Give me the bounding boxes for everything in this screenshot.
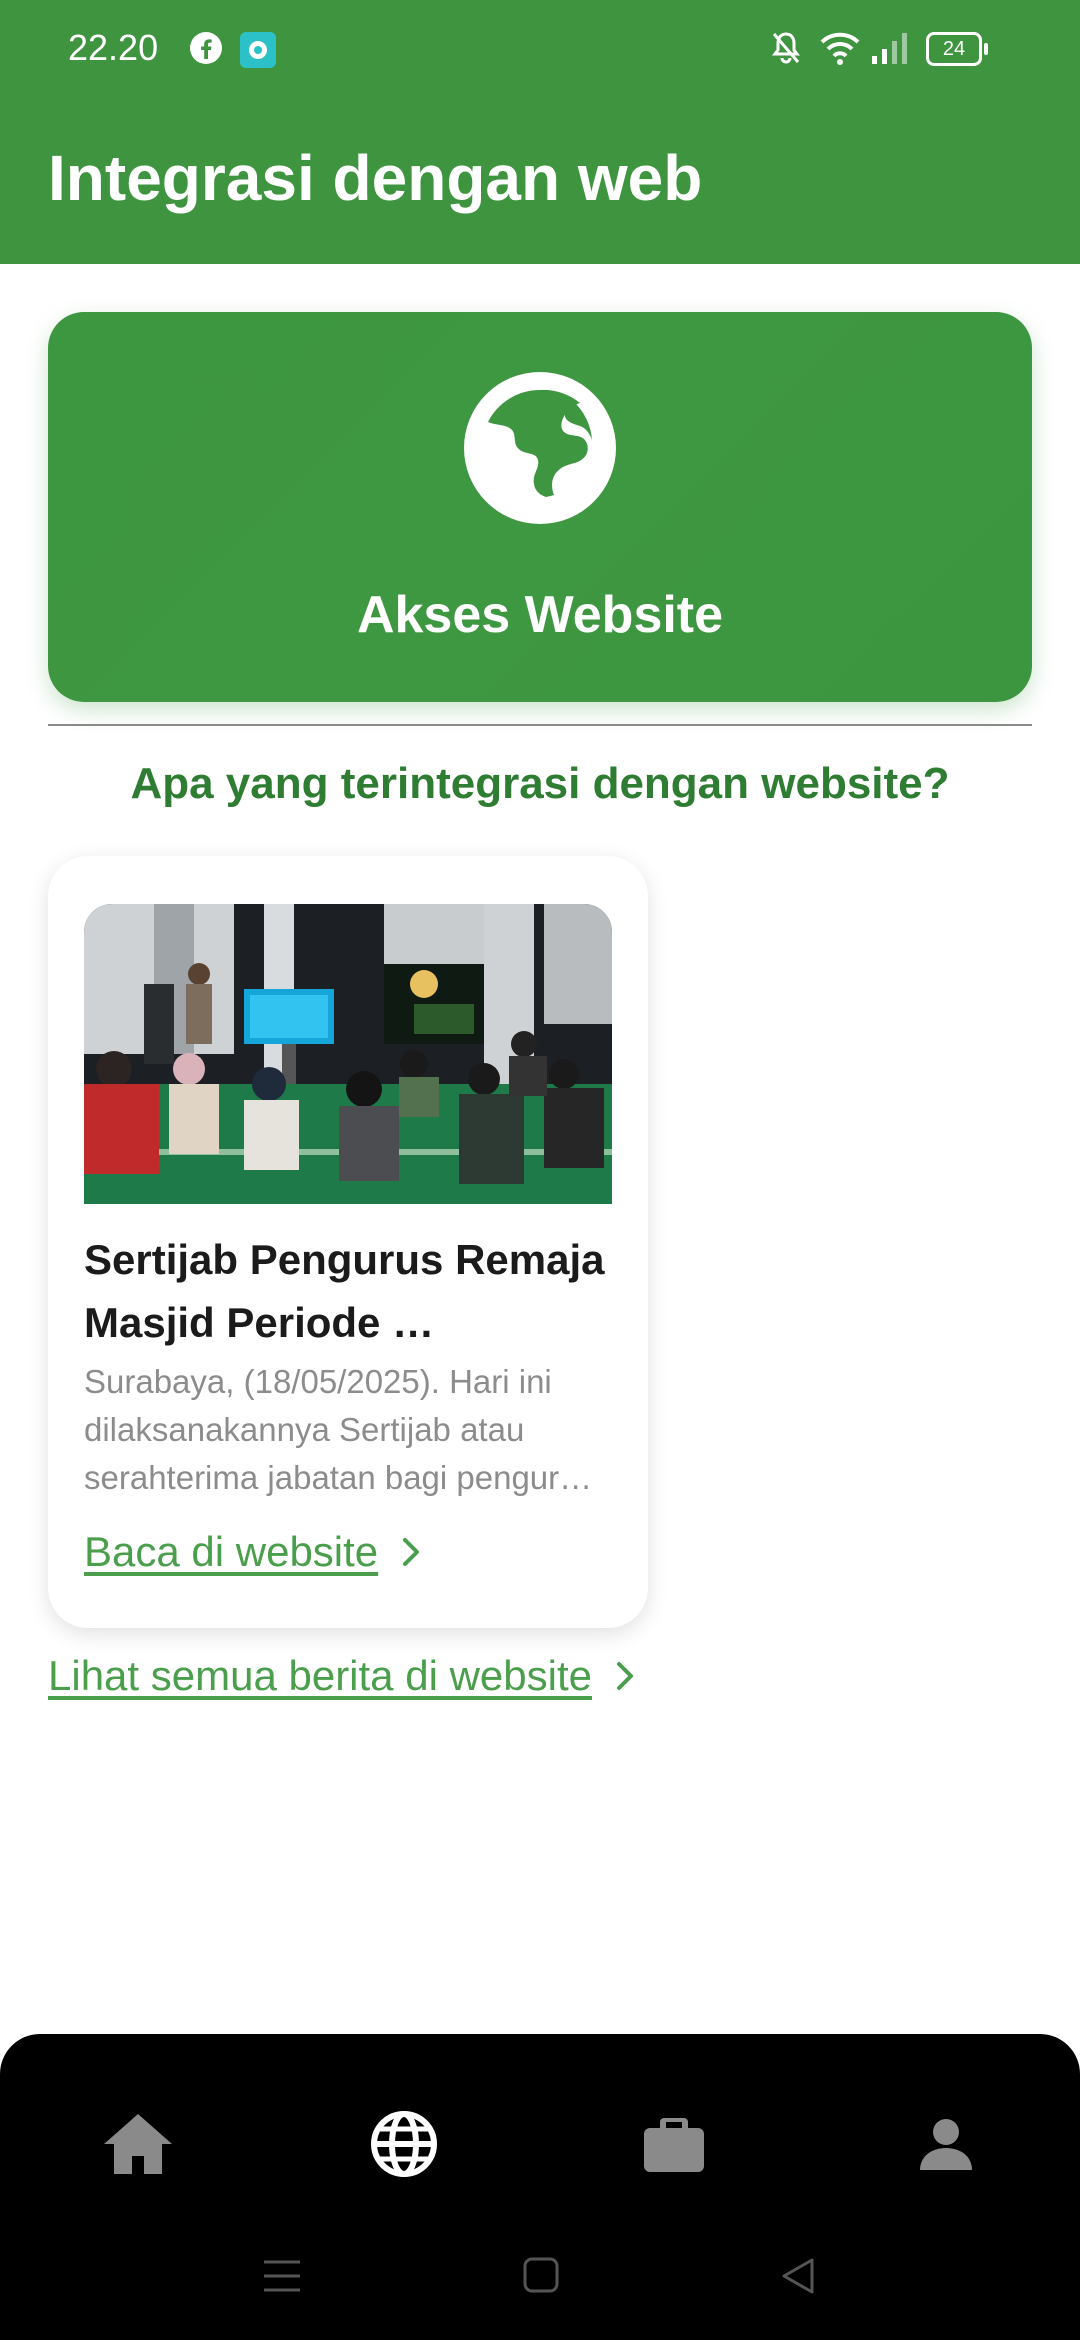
- read-on-website-label: Baca di website: [84, 1528, 379, 1575]
- profile-icon: [920, 2119, 972, 2170]
- all-news-link[interactable]: Lihat semua berita di website: [48, 1650, 640, 1702]
- chevron-right-icon: [616, 1662, 633, 1690]
- read-on-website-link[interactable]: Baca di website: [84, 1526, 426, 1578]
- home-icon: [104, 2114, 172, 2174]
- app-header: 22.20 24 Integrasi dengan web: [0, 0, 1080, 264]
- access-website-label: Akses Website: [356, 586, 724, 644]
- back-icon[interactable]: [778, 2256, 818, 2296]
- bottom-navigation: [0, 2034, 1080, 2340]
- news-image: [84, 904, 612, 1204]
- globe-icon: [464, 372, 616, 524]
- section-title: Apa yang terintegrasi dengan website?: [130, 759, 950, 808]
- facebook-icon: [190, 32, 222, 64]
- divider: [48, 724, 1032, 726]
- menu-icon[interactable]: [262, 2258, 302, 2294]
- status-time: 22.20: [68, 27, 159, 68]
- chat-app-icon: [240, 32, 276, 68]
- all-news-label: Lihat semua berita di website: [48, 1652, 592, 1699]
- mute-icon: [772, 32, 800, 64]
- page-title: Integrasi dengan web: [48, 142, 703, 214]
- briefcase-icon: [644, 2118, 704, 2172]
- news-title: Sertijab Pengurus Remaja Masjid Periode …: [84, 1236, 605, 1346]
- battery-level: 24: [942, 38, 966, 60]
- chevron-right-icon: [403, 1538, 420, 1566]
- wifi-icon: [820, 32, 860, 65]
- news-card[interactable]: Sertijab Pengurus Remaja Masjid Periode …: [48, 856, 648, 1628]
- nav-profile[interactable]: [896, 2094, 996, 2194]
- nav-home[interactable]: [88, 2094, 188, 2194]
- news-photo: [84, 904, 612, 1204]
- nav-web[interactable]: [354, 2094, 454, 2194]
- signal-icon: [872, 33, 907, 64]
- status-icons: 24: [770, 30, 1010, 70]
- status-bar: 22.20 24: [0, 0, 1080, 96]
- news-excerpt: Surabaya, (18/05/2025). Hari ini dilaksa…: [84, 1363, 593, 1496]
- home-button-icon[interactable]: [522, 2256, 560, 2294]
- battery-icon: 24: [926, 32, 988, 66]
- web-globe-icon: [371, 2111, 437, 2177]
- nav-work[interactable]: [624, 2094, 724, 2194]
